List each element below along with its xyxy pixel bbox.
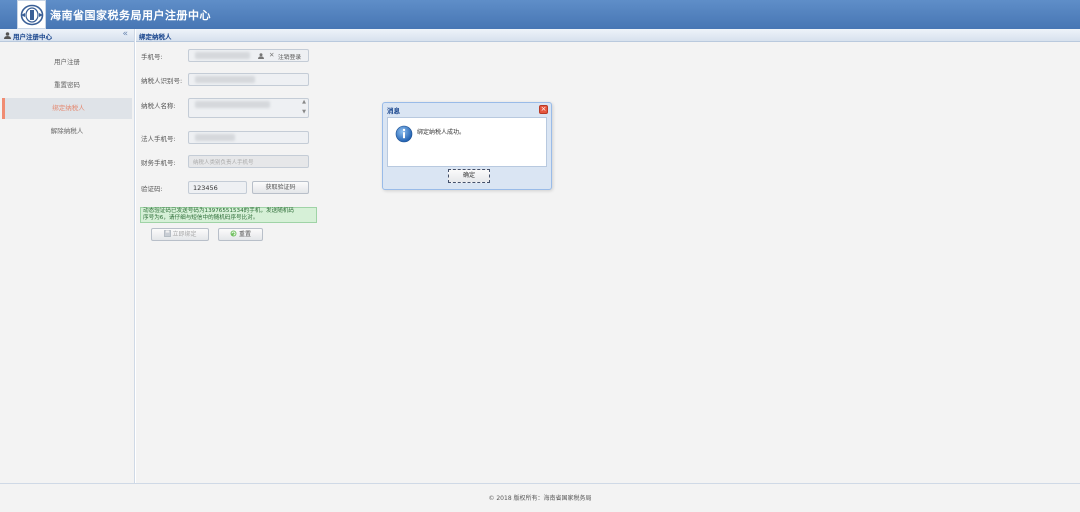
app-title: 海南省国家税务局用户注册中心 — [50, 9, 211, 22]
sidebar-item-register[interactable]: 用户注册 — [2, 52, 132, 73]
tax-emblem-icon — [20, 4, 44, 26]
copyright-text: © 2018 版权所有：海南省国家税务局 — [488, 495, 592, 502]
sidebar-item-reset-password[interactable]: 重置密码 — [2, 75, 132, 96]
taxpayer-name-redacted — [195, 101, 270, 108]
sidebar-title: 用户注册中心 — [13, 33, 52, 41]
get-code-button[interactable]: 获取验证码 — [252, 181, 309, 194]
taxpayer-name-label: 纳税人名称: — [141, 102, 176, 110]
close-icon[interactable]: × — [539, 105, 548, 114]
dialog-title: 消息 — [387, 107, 400, 115]
logout-link[interactable]: 注销登录 — [278, 52, 301, 61]
phone-field: ✕ 注销登录 — [188, 49, 309, 62]
legal-phone-field[interactable] — [188, 131, 309, 144]
info-icon — [395, 125, 413, 143]
phone-value-redacted — [195, 52, 250, 59]
page-title: 绑定纳税人 — [139, 33, 172, 41]
code-value: 123456 — [193, 184, 218, 192]
sidebar: 用户注册中心 « 用户注册 重置密码 绑定纳税人 解除纳税人 — [0, 29, 135, 483]
phone-label: 手机号: — [141, 53, 163, 61]
taxpayer-id-label: 纳税人识别号: — [141, 77, 183, 85]
sms-notice-line2: 序号为6，请仔细与短信中的随机码序号比对。 — [143, 215, 259, 221]
taxpayer-id-redacted — [195, 76, 255, 83]
bind-now-button[interactable]: 立即绑定 — [151, 228, 209, 241]
bind-now-label: 立即绑定 — [172, 231, 197, 238]
sidebar-item-label: 重置密码 — [54, 81, 80, 89]
legal-phone-label: 法人手机号: — [141, 135, 176, 143]
finance-phone-label: 财务手机号: — [141, 159, 176, 167]
user-icon — [4, 32, 11, 39]
dialog-body: 绑定纳税人成功。 — [387, 117, 547, 167]
code-input[interactable]: 123456 — [188, 181, 247, 194]
main-panel-header: 绑定纳税人 — [136, 29, 1080, 42]
reset-button[interactable]: 重置 — [218, 228, 263, 241]
ok-button[interactable]: 确定 — [448, 169, 490, 183]
close-icon[interactable]: ✕ — [269, 51, 274, 59]
legal-phone-redacted — [195, 134, 235, 141]
sidebar-item-unbind-taxpayer[interactable]: 解除纳税人 — [2, 121, 132, 142]
code-label: 验证码: — [141, 185, 163, 193]
sidebar-item-label: 解除纳税人 — [50, 127, 84, 135]
sidebar-menu: 用户注册 重置密码 绑定纳税人 解除纳税人 — [0, 52, 134, 142]
sms-notice-line1: 动态验证码已发送号码为13976551534的手机，发送随机码 — [143, 208, 295, 214]
refresh-icon — [230, 230, 237, 237]
message-dialog: 消息 × 绑定纳税人成功。 确定 — [382, 102, 552, 190]
sms-notice: 动态验证码已发送号码为13976551534的手机，发送随机码 序号为6，请仔细… — [140, 207, 317, 223]
app-header: 海南省国家税务局用户注册中心 — [0, 0, 1080, 29]
scroll-up-icon[interactable]: ▲ — [302, 99, 306, 105]
sidebar-item-bind-taxpayer[interactable]: 绑定纳税人 — [2, 98, 132, 119]
taxpayer-name-field[interactable]: ▲ ▼ — [188, 98, 309, 118]
sidebar-item-label: 用户注册 — [54, 58, 80, 66]
sidebar-item-label: 绑定纳税人 — [52, 104, 85, 112]
finance-phone-field[interactable]: 纳税人类别负责人手机号 — [188, 155, 309, 168]
tax-bureau-logo — [17, 0, 46, 29]
save-icon — [163, 230, 171, 237]
user-icon — [258, 53, 264, 59]
reset-label: 重置 — [238, 231, 251, 238]
taxpayer-id-field[interactable] — [188, 73, 309, 86]
scroll-down-icon[interactable]: ▼ — [302, 109, 306, 115]
sidebar-header: 用户注册中心 « — [0, 29, 134, 42]
main-panel: 绑定纳税人 手机号: ✕ 注销登录 纳税人识别号: 纳税人名称: ▲ ▼ 法人手… — [136, 29, 1080, 483]
collapse-icon[interactable]: « — [122, 29, 128, 39]
finance-phone-placeholder: 纳税人类别负责人手机号 — [193, 160, 254, 166]
dialog-message: 绑定纳税人成功。 — [417, 129, 466, 136]
footer: © 2018 版权所有：海南省国家税务局 — [0, 483, 1080, 512]
